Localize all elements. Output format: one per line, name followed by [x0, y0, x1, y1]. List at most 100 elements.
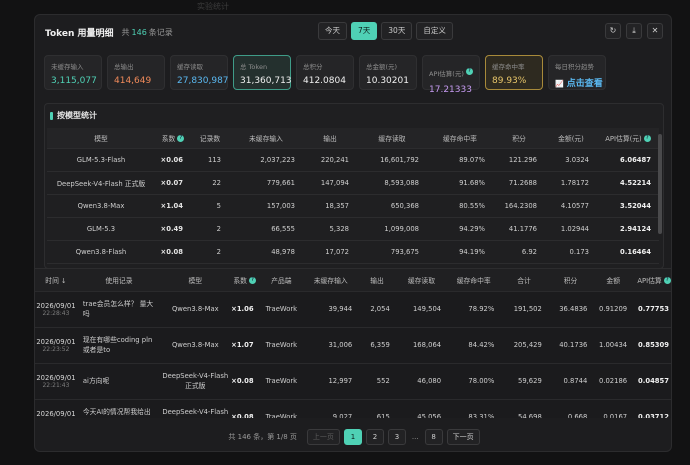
summary-card-value[interactable]: 📈 点击查看 — [555, 76, 603, 89]
record-record-cell[interactable]: ai方向呢 — [76, 362, 161, 399]
chart-icon: 📈 — [555, 80, 564, 88]
summary-card-label: 总 Token — [240, 63, 268, 71]
record-total-cell: 191,502 — [500, 290, 548, 327]
model-table-scrollbar[interactable] — [658, 134, 662, 234]
record-total-cell: 205,429 — [500, 326, 548, 363]
record-record-cell[interactable]: 今天AI的情况帮我给出一个100字的总结 — [76, 398, 161, 418]
model-col-label: API估算(元) — [605, 134, 642, 143]
model-cell: 80.55% — [427, 193, 493, 217]
model-cell: 94.19% — [427, 239, 493, 263]
record-time-cell: 2026/09/0122:19:49 — [35, 398, 77, 418]
prev-page-button[interactable]: 上一页 — [306, 429, 340, 445]
record-col-label: 积分 — [563, 276, 578, 285]
record-record-cell[interactable]: 现在有哪些coding pln或者是to — [76, 326, 161, 363]
model-cell: 0.173 — [545, 239, 597, 263]
record-col-label: 缓存命中率 — [456, 276, 491, 285]
model-row[interactable]: Qwen3.8-Max ×1.04 5 157,003 18,357 650,368 80.… — [47, 193, 659, 217]
model-row[interactable]: GLM-5.3-Flash ×0.06 113 2,037,223 220,241 16,… — [47, 147, 659, 171]
record-time-cell: 2026/09/01 22:21:43 — [35, 362, 77, 399]
records-panel: 时间 ↓ 使用记录 模型 系数? 产品端 未缓存输入 输出 缓存读取 缓存命中率 合计 积分 金额 API… — [35, 268, 671, 418]
model-cell: ×0.07 — [155, 170, 191, 194]
summary-card-label: API估算(元) — [429, 70, 464, 78]
summary-card: 总 Token 31,360,713 — [233, 55, 292, 90]
summary-card-label: 总输出 — [114, 63, 134, 71]
record-time-cell: 2026/09/01 22:28:43 — [35, 290, 77, 327]
record-count: 共 146 条记录 — [121, 27, 173, 37]
range-button-1[interactable]: 7天 — [351, 22, 378, 40]
model-cell: 18,357 — [303, 193, 357, 217]
model-col-header: 模型 — [47, 128, 155, 148]
summary-card-label: 未缓存输入 — [51, 63, 84, 71]
record-row[interactable]: 2026/09/0122:19:49今天AI的情况帮我给出一个100字的总结De… — [35, 398, 671, 418]
page-button-3[interactable]: 3 — [387, 429, 406, 445]
record-col-label: 未缓存输入 — [313, 276, 348, 285]
model-cell: 48,978 — [229, 239, 303, 263]
page-button-2[interactable]: 2 — [365, 429, 384, 445]
help-icon[interactable]: ? — [663, 277, 671, 285]
model-cell: 22 — [191, 170, 229, 194]
record-api-cell: 0.77753 — [633, 290, 671, 327]
record-col-header: 金额 — [593, 269, 634, 291]
page-button-1[interactable]: 1 — [343, 429, 362, 445]
refresh-icon[interactable]: ↻ — [605, 23, 621, 39]
record-hit-cell: 78.00% — [447, 362, 501, 399]
record-col-header: 使用记录 — [76, 269, 161, 291]
range-button-3[interactable]: 自定义 — [416, 22, 453, 40]
model-row[interactable]: Qwen3.8-Flash ×0.08 2 48,978 17,072 793,675 94… — [47, 239, 659, 263]
record-output-cell: 552 — [358, 362, 396, 399]
trend-link[interactable]: 点击查看 — [567, 79, 603, 89]
record-output-cell: 2,054 — [358, 290, 396, 327]
modal-title: Token 用量明细 — [45, 28, 114, 39]
record-row[interactable]: 2026/09/01 22:23:52 现在有哪些coding pln或者是to Qw… — [35, 326, 671, 363]
record-time-cell: 2026/09/01 22:23:52 — [35, 326, 77, 363]
record-amount-cell: 0.02186 — [593, 362, 634, 399]
model-cell: GLM-5.3-Flash — [47, 147, 155, 171]
record-row[interactable]: 2026/09/01 22:21:43 ai方向呢 DeepSeek-V4-Flash… — [35, 362, 671, 399]
model-cell: 2 — [191, 239, 229, 263]
record-credits-cell: 0.668 — [547, 398, 594, 418]
record-col-label: 输出 — [370, 276, 384, 285]
next-page-button[interactable]: 下一页 — [446, 429, 480, 445]
record-model-cell: Qwen3.8-Max — [160, 326, 230, 363]
record-client-cell: TraeWork — [259, 326, 304, 363]
model-col-label: 输出 — [323, 134, 337, 143]
record-col-header: 未缓存输入 — [303, 269, 359, 291]
record-record-cell[interactable]: trae会员怎么样？ 量大吗 — [76, 290, 161, 327]
summary-card-label: 缓存读取 — [177, 63, 203, 71]
record-row[interactable]: 2026/09/01 22:28:43 trae会员怎么样？ 量大吗 Qwen3.8-… — [35, 290, 671, 327]
record-col-label: 系数 — [233, 276, 247, 285]
model-cell: 3.0324 — [545, 147, 597, 171]
record-col-label: 时间 — [45, 276, 59, 285]
record-col-header: 系数? — [229, 269, 260, 291]
range-button-0[interactable]: 今天 — [318, 22, 347, 40]
model-col-header: 输出 — [303, 128, 357, 148]
model-stats-table: 模型 系数? 记录数 未缓存输入 输出 缓存读取 缓存命中率 积分 金额(元) API估算(元)?… — [47, 128, 659, 268]
help-icon[interactable]: ? — [465, 68, 473, 75]
record-output-cell: 6,359 — [358, 326, 396, 363]
background-text: 实验统计 — [197, 2, 229, 11]
help-icon[interactable]: ? — [643, 135, 651, 143]
summary-card-label: 总积分 — [303, 63, 323, 71]
range-button-2[interactable]: 30天 — [381, 22, 413, 40]
help-icon[interactable]: ? — [177, 135, 185, 143]
record-total-cell: 54,698 — [500, 398, 548, 418]
page-button-8[interactable]: 8 — [424, 429, 443, 445]
sort-down-icon[interactable]: ↓ — [61, 277, 67, 285]
summary-card-value: 27,830,987 — [177, 76, 229, 86]
summary-card-value: 10.30201 — [366, 76, 409, 86]
model-cell: ×0.06 — [155, 147, 191, 171]
model-row[interactable]: DeepSeek-V4-Flash 正式版 ×0.07 22 779,661 147,0… — [47, 170, 659, 194]
model-cell: 8,593,088 — [357, 170, 427, 194]
model-row[interactable]: GLM-5.3 ×0.49 2 66,555 5,328 1,099,008 94.29% 4… — [47, 216, 659, 240]
download-icon[interactable]: ⤓ — [626, 23, 642, 39]
record-time: 22:28:43 — [42, 309, 70, 317]
record-credits-cell: 36.4836 — [547, 290, 594, 327]
summary-card: 总积分 412.0804 — [296, 55, 354, 90]
help-icon[interactable]: ? — [248, 277, 256, 285]
summary-card[interactable]: 每日积分趋势 📈 点击查看 — [548, 55, 606, 90]
close-icon[interactable]: ✕ — [647, 23, 663, 39]
model-cell: 147,094 — [303, 170, 357, 194]
header-actions: ↻ ⤓ ✕ — [605, 23, 663, 39]
model-cell: 121.296 — [493, 147, 545, 171]
record-api-cell: 0.04857 — [633, 362, 671, 399]
